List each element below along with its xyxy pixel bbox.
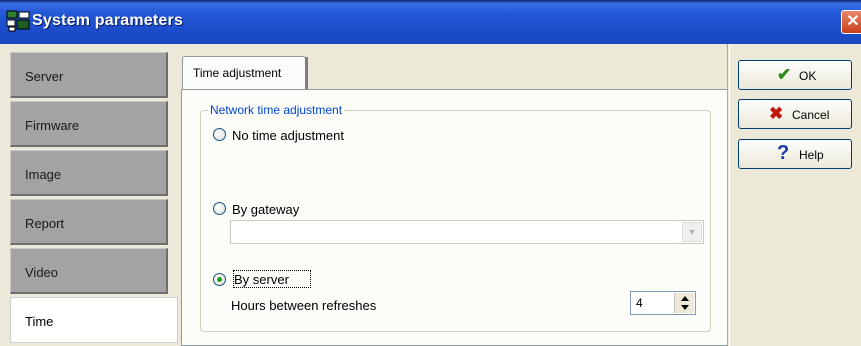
sidebar-item-label: Video (25, 265, 59, 280)
group-legend: Network time adjustment (208, 103, 345, 117)
sidebar-item-label: Firmware (25, 118, 80, 133)
hours-between-refreshes-label: Hours between refreshes (231, 298, 377, 313)
radio-label-by-gateway: By gateway (232, 202, 300, 217)
sidebar-item-label: Time (25, 314, 54, 329)
x-icon: ✖ (769, 104, 784, 123)
spin-up-icon[interactable] (681, 296, 689, 301)
title-bar[interactable]: System parameters ✕ (0, 0, 861, 44)
close-button[interactable]: ✕ (841, 10, 861, 34)
sidebar-item-label: Server (25, 69, 64, 84)
ok-label: OK (799, 69, 817, 83)
sidebar-item-video[interactable]: Video (10, 248, 168, 294)
close-icon: ✕ (846, 13, 860, 30)
help-button[interactable]: ? Help (738, 139, 852, 169)
sidebar: Server Firmware Image Report Video Time (0, 44, 180, 346)
radio-by-gateway[interactable] (213, 202, 226, 215)
spin-down-icon[interactable] (681, 305, 689, 310)
radio-by-server[interactable] (213, 273, 226, 286)
help-label: Help (799, 148, 824, 162)
tab-label: Time adjustment (193, 66, 282, 80)
sidebar-item-time[interactable]: Time (10, 297, 178, 343)
radio-label-no-time-adjustment: No time adjustment (232, 128, 344, 143)
sidebar-item-label: Report (25, 216, 65, 231)
ok-button[interactable]: ✔ OK (738, 60, 852, 90)
question-icon: ? (777, 142, 790, 164)
window-title: System parameters (32, 12, 184, 29)
sidebar-item-label: Image (25, 167, 62, 182)
sidebar-item-server[interactable]: Server (10, 52, 168, 98)
check-icon: ✔ (777, 65, 792, 84)
cancel-button[interactable]: ✖ Cancel (738, 99, 852, 129)
spinner-arrows[interactable] (674, 293, 694, 313)
cancel-label: Cancel (792, 108, 830, 122)
radio-no-time-adjustment[interactable] (213, 128, 226, 141)
tab-edge (305, 57, 308, 91)
sidebar-item-report[interactable]: Report (10, 199, 168, 245)
gateway-select[interactable]: ▼ (230, 220, 704, 244)
vertical-divider (727, 44, 730, 346)
main-content: Time adjustment Network time adjustment … (178, 44, 728, 346)
system-parameters-window: System parameters ✕ Server Firmware Imag… (0, 0, 861, 346)
dropdown-arrow-icon[interactable]: ▼ (682, 222, 702, 242)
radio-label-by-server: By server (234, 272, 289, 287)
sidebar-item-firmware[interactable]: Firmware (10, 101, 168, 147)
app-icon (6, 10, 30, 32)
sidebar-item-image[interactable]: Image (10, 150, 168, 196)
hours-value: 4 (636, 296, 643, 310)
hours-spinner[interactable]: 4 (630, 291, 696, 315)
tab-time-adjustment[interactable]: Time adjustment (182, 56, 308, 91)
